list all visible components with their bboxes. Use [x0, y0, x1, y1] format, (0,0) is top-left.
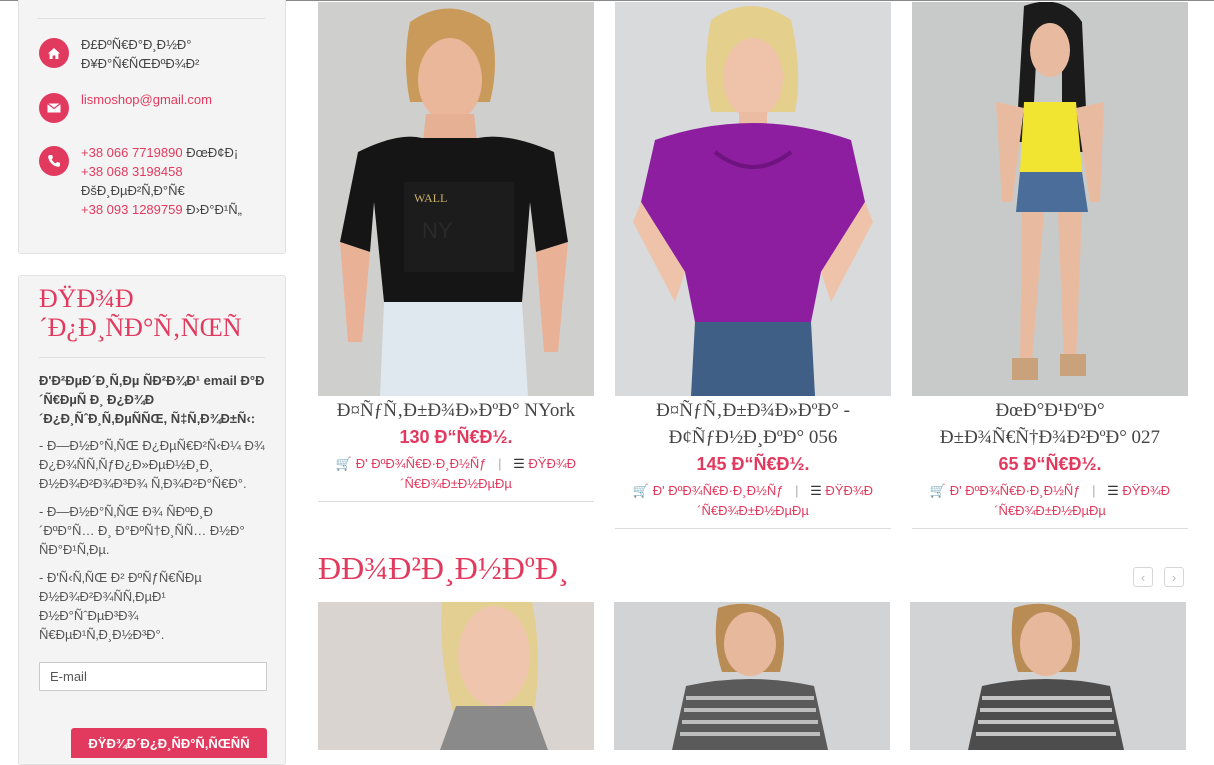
phone-operator: Ð›Ð°Ð¹Ñ„	[186, 202, 242, 217]
product-card: Ð¤ÑƒÑ‚Ð±Ð¾Ð»ÐºÐ° - Ð¢ÑƒÐ½Ð¸ÐºÐ° 056 145 …	[615, 2, 891, 529]
product-name[interactable]: ÐœÐ°Ð¹ÐºÐ° Ð±Ð¾Ñ€Ñ†Ð¾Ð²ÐºÐ° 027	[912, 397, 1188, 451]
add-to-cart-link[interactable]: Ð' ÐºÐ¾Ñ€Ð·Ð¸Ð½Ñƒ	[356, 456, 487, 471]
phone-list: +38 066 7719890 ÐœÐ¢Ð¡ +38 068 3198458 Ð…	[81, 143, 291, 219]
home-icon	[39, 38, 69, 68]
product-card: ÐœÐ°Ð¹ÐºÐ° Ð±Ð¾Ñ€Ñ†Ð¾Ð²ÐºÐ° 027 65 Ð“Ñ€Ð…	[912, 2, 1188, 529]
subscribe-benefit: - Ð'Ñ‹Ñ‚ÑŒ Ð² ÐºÑƒÑ€ÑÐµ Ð½Ð¾Ð²Ð¾ÑÑ‚ÐµÐ¹ …	[39, 570, 202, 642]
section-title: ÐÐ¾Ð²Ð¸Ð½ÐºÐ¸	[318, 550, 569, 586]
product-price: 130 Ð“Ñ€Ð½.	[399, 427, 513, 447]
product-image[interactable]	[318, 602, 594, 750]
subscribe-lead: Ð'Ð²ÐµÐ´Ð¸Ñ‚Ðµ ÑÐ²Ð¾Ð¹ email Ð°Ð´Ñ€ÐµÑ Ð…	[39, 373, 265, 426]
product-actions: 🛒 Ð' ÐºÐ¾Ñ€Ð·Ð¸Ð½Ñƒ | ☰ ÐŸÐ¾Ð´Ñ€Ð¾Ð±Ð½Ðµ…	[615, 481, 891, 521]
subscribe-title: ÐŸÐ¾Ð´Ð¿Ð¸ÑÐ°Ñ‚ÑŒÑ	[39, 284, 242, 342]
product-price: 65 Ð“Ñ€Ð½.	[998, 454, 1102, 474]
contact-panel: Ð£ÐºÑ€Ð°Ð¸Ð½Ð° Ð¥Ð°Ñ€ÑŒÐºÐ¾Ð² lismoshop@…	[18, 0, 286, 254]
subscribe-benefit: - Ð—Ð½Ð°Ñ‚ÑŒ Ð¾ ÑÐºÐ¸Ð´ÐºÐ°Ñ… Ð¸ Ð°ÐºÑ†Ð…	[39, 504, 245, 557]
phone-operator: ÐšÐ¸ÐµÐ²Ñ‚Ð°Ñ€	[81, 183, 185, 198]
subscribe-panel: ÐŸÐ¾Ð´Ð¿Ð¸ÑÐ°Ñ‚ÑŒÑ Ð'Ð²ÐµÐ´Ð¸Ñ‚Ðµ ÑÐ²Ð¾Ð…	[18, 275, 286, 765]
product-card: WALL NY Ð¤ÑƒÑ‚Ð±Ð¾Ð»ÐºÐ° NYork 130 Ð“Ñ€Ð…	[318, 2, 594, 502]
divider	[912, 528, 1188, 529]
chevron-right-icon[interactable]: ›	[1164, 567, 1184, 587]
svg-text:WALL: WALL	[414, 191, 447, 205]
divider	[39, 357, 265, 358]
envelope-icon	[39, 93, 69, 123]
cart-icon: 🛒	[335, 456, 353, 471]
email-link[interactable]: lismoshop@gmail.com	[81, 92, 212, 107]
divider	[615, 528, 891, 529]
address-text: Ð£ÐºÑ€Ð°Ð¸Ð½Ð° Ð¥Ð°Ñ€ÑŒÐºÐ¾Ð²	[81, 37, 200, 71]
product-name[interactable]: Ð¤ÑƒÑ‚Ð±Ð¾Ð»ÐºÐ° NYork	[318, 397, 594, 424]
product-price: 145 Ð“Ñ€Ð½.	[696, 454, 810, 474]
product-image[interactable]	[615, 2, 891, 396]
subscribe-benefit: - Ð—Ð½Ð°Ñ‚ÑŒ Ð¿ÐµÑ€Ð²Ñ‹Ð¼ Ð¾ Ð¿Ð¾ÑÑ‚ÑƒÐ¿…	[39, 438, 265, 491]
separator: |	[795, 483, 799, 498]
product-image[interactable]: WALL NY	[318, 2, 594, 396]
list-icon: ☰	[513, 456, 525, 471]
svg-text:NY: NY	[422, 218, 453, 243]
phone-number[interactable]: +38 093 1289759	[81, 202, 183, 217]
product-image[interactable]	[912, 2, 1188, 396]
product-image[interactable]	[910, 602, 1186, 750]
cart-icon: 🛒	[929, 483, 947, 498]
email-field[interactable]	[39, 662, 267, 691]
chevron-left-icon[interactable]: ‹	[1133, 567, 1153, 587]
phone-line: +38 093 1289759 Ð›Ð°Ð¹Ñ„	[81, 200, 291, 219]
add-to-cart-link[interactable]: Ð' ÐºÐ¾Ñ€Ð·Ð¸Ð½Ñƒ	[950, 483, 1081, 498]
separator: |	[1092, 483, 1096, 498]
phone-operator: ÐœÐ¢Ð¡	[186, 145, 239, 160]
product-name[interactable]: Ð¤ÑƒÑ‚Ð±Ð¾Ð»ÐºÐ° - Ð¢ÑƒÐ½Ð¸ÐºÐ° 056	[615, 397, 891, 451]
phone-number[interactable]: +38 066 7719890	[81, 145, 183, 160]
phone-line: +38 066 7719890 ÐœÐ¢Ð¡	[81, 143, 291, 162]
phone-icon	[39, 146, 69, 176]
product-actions: 🛒 Ð' ÐºÐ¾Ñ€Ð·Ð¸Ð½Ñƒ | ☰ ÐŸÐ¾Ð´Ñ€Ð¾Ð±Ð½Ðµ…	[912, 481, 1188, 521]
list-icon: ☰	[1107, 483, 1119, 498]
divider	[37, 18, 265, 19]
subscribe-button[interactable]: ÐŸÐ¾Ð´Ð¿Ð¸ÑÐ°Ñ‚ÑŒÑÑ	[71, 728, 267, 758]
product-image[interactable]	[614, 602, 890, 750]
phone-number[interactable]: +38 068 3198458	[81, 164, 183, 179]
add-to-cart-link[interactable]: Ð' ÐºÐ¾Ñ€Ð·Ð¸Ð½Ñƒ	[653, 483, 784, 498]
list-icon: ☰	[810, 483, 822, 498]
cart-icon: 🛒	[632, 483, 650, 498]
product-actions: 🛒 Ð' ÐºÐ¾Ñ€Ð·Ð¸Ð½Ñƒ | ☰ ÐŸÐ¾Ð´Ñ€Ð¾Ð±Ð½Ðµ…	[318, 454, 594, 494]
divider	[318, 501, 594, 502]
phone-line: +38 068 3198458	[81, 162, 291, 181]
separator: |	[498, 456, 502, 471]
